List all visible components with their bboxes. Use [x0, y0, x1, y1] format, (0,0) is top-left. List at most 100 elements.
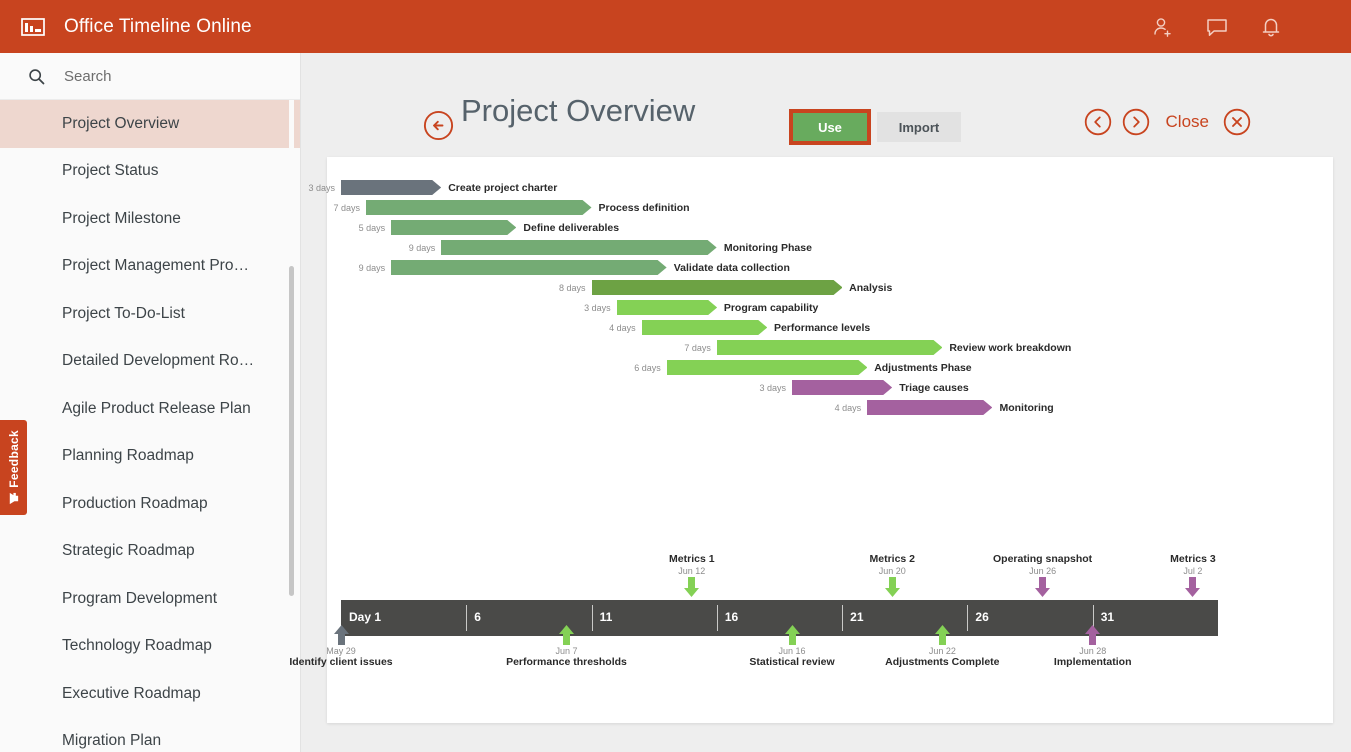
gantt-bar-duration: 9 days	[409, 243, 436, 253]
gantt-bar[interactable]: 6 daysAdjustments Phase	[667, 360, 867, 375]
gantt-bar-shape	[667, 360, 867, 375]
gantt-bar[interactable]: 7 daysReview work breakdown	[717, 340, 943, 355]
gantt-bar[interactable]: 4 daysPerformance levels	[642, 320, 767, 335]
feedback-tab[interactable]: Feedback	[0, 420, 27, 515]
milestone-name: Metrics 1	[632, 553, 752, 565]
milestone-above[interactable]: Metrics 3Jul 2	[1133, 553, 1253, 597]
sidebar-item-executive-roadmap[interactable]: Executive Roadmap	[0, 670, 300, 718]
chevron-right-circle-icon[interactable]	[1122, 108, 1150, 136]
sidebar-item-label: Project Milestone	[62, 210, 181, 228]
sidebar-item-program-development[interactable]: Program Development	[0, 575, 300, 623]
gantt-bar[interactable]: 5 daysDefine deliverables	[391, 220, 516, 235]
milestone-arrow-up-icon	[1084, 625, 1101, 645]
sidebar-item-detailed-development-ro[interactable]: Detailed Development Ro…	[0, 338, 300, 386]
gantt-bar[interactable]: 3 daysTriage causes	[792, 380, 892, 395]
sidebar-item-label: Detailed Development Ro…	[62, 352, 254, 370]
sidebar-item-label: Project To-Do-List	[62, 305, 185, 323]
gantt-bar-shape	[717, 340, 943, 355]
milestone-date: Jun 26	[983, 566, 1103, 576]
sidebar-item-label: Agile Product Release Plan	[62, 400, 251, 418]
gantt-bar-duration: 3 days	[584, 303, 611, 313]
sidebar-item-technology-roadmap[interactable]: Technology Roadmap	[0, 623, 300, 671]
milestone-above[interactable]: Metrics 2Jun 20	[832, 553, 952, 597]
milestone-name: Implementation	[1023, 656, 1163, 668]
gantt-bar[interactable]: 3 daysCreate project charter	[341, 180, 441, 195]
gantt-bar-duration: 4 days	[609, 323, 636, 333]
add-person-icon[interactable]	[1151, 15, 1175, 39]
milestone-name: Operating snapshot	[983, 553, 1103, 565]
gantt-bar[interactable]: 9 daysValidate data collection	[391, 260, 667, 275]
sidebar-item-project-status[interactable]: Project Status	[0, 148, 300, 196]
gantt-bar-shape	[366, 200, 592, 215]
search-input[interactable]	[62, 67, 262, 86]
sidebar-item-label: Strategic Roadmap	[62, 542, 195, 560]
sidebar-item-label: Technology Roadmap	[62, 637, 212, 655]
sidebar-item-migration-plan[interactable]: Migration Plan	[0, 718, 300, 752]
sidebar-item-production-roadmap[interactable]: Production Roadmap	[0, 480, 300, 528]
close-label[interactable]: Close	[1166, 112, 1209, 132]
axis-tick-label: 11	[600, 610, 613, 624]
milestone-below[interactable]: Jun 28Implementation	[1023, 625, 1163, 668]
axis-tick-label: 31	[1101, 610, 1114, 624]
feedback-label: Feedback	[7, 430, 21, 488]
gantt-bar-duration: 3 days	[759, 383, 786, 393]
sidebar-item-label: Project Management Pro…	[62, 257, 249, 275]
gantt-bar[interactable]: 8 daysAnalysis	[592, 280, 843, 295]
timeline-canvas[interactable]: 3 daysCreate project charter7 daysProces…	[327, 157, 1333, 723]
close-circle-icon[interactable]	[1223, 108, 1251, 136]
gantt-chart: 3 daysCreate project charter7 daysProces…	[327, 157, 1333, 723]
back-arrow-circle-icon[interactable]	[423, 110, 454, 141]
gantt-bar-label: Triage causes	[899, 382, 968, 394]
gantt-bar-label: Process definition	[599, 202, 690, 214]
gantt-bar-label: Validate data collection	[674, 262, 790, 274]
milestone-below[interactable]: Jun 7Performance thresholds	[497, 625, 637, 668]
gantt-bar[interactable]: 4 daysMonitoring	[867, 400, 992, 415]
milestone-arrow-up-icon	[934, 625, 951, 645]
gantt-bar-shape	[642, 320, 767, 335]
milestone-arrow-down-icon	[683, 577, 700, 597]
gantt-bar-duration: 5 days	[359, 223, 386, 233]
sidebar-scrollbar-thumb[interactable]	[289, 266, 294, 596]
sidebar-item-planning-roadmap[interactable]: Planning Roadmap	[0, 433, 300, 481]
sidebar-item-label: Project Overview	[62, 115, 179, 133]
milestone-date: Jun 20	[832, 566, 952, 576]
app-header: Office Timeline Online	[0, 0, 1351, 53]
header-actions	[1151, 15, 1283, 39]
milestone-arrow-up-icon	[784, 625, 801, 645]
app-title: Office Timeline Online	[64, 16, 252, 38]
sidebar-item-project-management-pro[interactable]: Project Management Pro…	[0, 243, 300, 291]
gantt-bar-shape	[341, 180, 441, 195]
gantt-bar-shape	[441, 240, 717, 255]
axis-tick-label: 21	[850, 610, 863, 624]
gantt-bar-shape	[792, 380, 892, 395]
milestone-below[interactable]: May 29Identify client issues	[271, 625, 411, 668]
sidebar-item-project-to-do-list[interactable]: Project To-Do-List	[0, 290, 300, 338]
bell-icon[interactable]	[1259, 15, 1283, 39]
axis-tick	[717, 605, 718, 631]
gantt-bar-duration: 7 days	[684, 343, 711, 353]
sidebar-item-project-overview[interactable]: Project Overview	[0, 100, 300, 148]
axis-tick-label: Day 1	[349, 610, 381, 624]
milestone-below[interactable]: Jun 22Adjustments Complete	[872, 625, 1012, 668]
gantt-bar[interactable]: 7 daysProcess definition	[366, 200, 592, 215]
chevron-left-circle-icon[interactable]	[1084, 108, 1112, 136]
gantt-bar-label: Performance levels	[774, 322, 870, 334]
search-bar[interactable]	[0, 53, 300, 100]
gantt-bar-duration: 6 days	[634, 363, 661, 373]
import-button[interactable]: Import	[877, 112, 961, 142]
megaphone-icon	[7, 492, 20, 505]
sidebar-item-label: Project Status	[62, 162, 159, 180]
sidebar-item-strategic-roadmap[interactable]: Strategic Roadmap	[0, 528, 300, 576]
milestone-below[interactable]: Jun 16Statistical review	[722, 625, 862, 668]
sidebar-item-project-milestone[interactable]: Project Milestone	[0, 195, 300, 243]
milestone-above[interactable]: Metrics 1Jun 12	[632, 553, 752, 597]
milestone-above[interactable]: Operating snapshotJun 26	[983, 553, 1103, 597]
gantt-bar[interactable]: 3 daysProgram capability	[617, 300, 717, 315]
gantt-bar-duration: 9 days	[359, 263, 386, 273]
chat-icon[interactable]	[1205, 15, 1229, 39]
use-button[interactable]: Use	[792, 112, 868, 142]
gantt-bar[interactable]: 9 daysMonitoring Phase	[441, 240, 717, 255]
template-list: Project Overview Project Status Project Mi…	[0, 100, 300, 752]
axis-tick-label: 6	[474, 610, 481, 624]
sidebar-item-agile-product-release-plan[interactable]: Agile Product Release Plan	[0, 385, 300, 433]
